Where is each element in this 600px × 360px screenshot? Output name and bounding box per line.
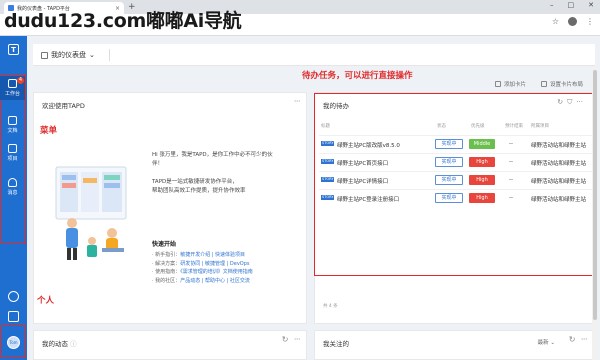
list-item: · 解决方案：研发协同 | 敏捷管理 | DevOps xyxy=(152,260,253,269)
scrollbar-thumb[interactable] xyxy=(593,70,597,320)
dashboard-selector[interactable]: 我的仪表盘 ⌄ xyxy=(41,50,95,60)
bookmark-star-icon[interactable]: ☆ xyxy=(552,17,559,26)
sort-label: 最新 xyxy=(537,340,549,346)
nav-item-document[interactable]: 文档 xyxy=(0,116,25,134)
welcome-card: 欢迎使用TAPD ··· Hi 张万里，我是TAPD，是你工作中必不可少的伙 伴… xyxy=(33,92,307,324)
qs-link[interactable]: 产品动态 | 帮助中心 | 社区交流 xyxy=(180,278,250,284)
followed-card-title: 我关注的 xyxy=(323,340,349,348)
welcome-line: 帮助团队高效工作提质，提升协作效率 xyxy=(152,188,246,194)
site-watermark: dudu123.com嘟嘟Ai导航 xyxy=(4,10,242,32)
nav-item-workbench[interactable]: 工作台 4 xyxy=(0,76,25,100)
quick-start-list: · 新手指引：敏捷开发介绍 | 快速体验项目 · 解决方案：研发协同 | 敏捷管… xyxy=(152,251,253,285)
profile-icon[interactable] xyxy=(568,17,577,26)
nav-item-message[interactable]: 消息 xyxy=(0,178,25,196)
qs-label: · 新手指引： xyxy=(152,252,181,258)
welcome-card-title: 欢迎使用TAPD xyxy=(42,102,85,110)
qs-label: · 解决方案： xyxy=(152,260,181,267)
app-grid-icon[interactable] xyxy=(8,311,19,322)
dashboard-icon xyxy=(41,51,48,59)
close-window-button[interactable]: ✕ xyxy=(588,1,594,9)
welcome-message: Hi 张万里，我是TAPD，是你工作中必不可少的伙 伴！ TAPD是一站式敏捷研… xyxy=(152,151,322,196)
annotation-todo: 待办任务，可以进行直接操作 xyxy=(302,71,413,81)
welcome-illustration xyxy=(55,166,127,260)
nav-item-label: 项目 xyxy=(7,156,18,162)
add-card-icon xyxy=(495,81,501,87)
activity-card: 我的动态 ⓘ ↻ ··· xyxy=(33,330,307,360)
settings-icon xyxy=(541,81,547,87)
window-controls: – □ ✕ xyxy=(550,1,594,9)
avatar[interactable]: Tom xyxy=(7,336,20,349)
page-scrollbar[interactable] xyxy=(592,66,598,360)
browser-menu-icon[interactable]: ⋮ xyxy=(586,17,594,26)
layout-settings-label: 设置卡片布局 xyxy=(550,82,584,88)
nav-item-project[interactable]: 项目 xyxy=(0,144,25,162)
list-item: · 我的社区：产品动态 | 帮助中心 | 社区交流 xyxy=(152,277,253,286)
list-item: · 使用指南：《需求管理的培训》文档使用指南 xyxy=(152,268,253,277)
maximize-button[interactable]: □ xyxy=(568,1,575,9)
notification-badge: 4 xyxy=(16,77,24,84)
quick-start-title: 快速开始 xyxy=(152,241,177,248)
sort-dropdown[interactable]: 最新 ⌄ xyxy=(538,338,555,346)
bell-icon xyxy=(8,178,17,187)
activity-title-text: 我的动态 xyxy=(42,340,68,348)
help-icon[interactable]: ⓘ xyxy=(70,340,77,348)
qs-link[interactable]: 《需求管理的培训》文档使用指南 xyxy=(180,269,253,275)
header-divider xyxy=(109,49,110,61)
workbench-icon xyxy=(8,79,17,88)
todo-count: 共 4 条 xyxy=(323,304,338,309)
welcome-line: Hi 张万里，我是TAPD，是你工作中必不可少的伙 xyxy=(152,152,273,158)
settings-gear-icon[interactable] xyxy=(8,291,19,302)
document-icon xyxy=(8,116,17,125)
personal-highlight: Tom xyxy=(1,325,26,358)
activity-card-title: 我的动态 ⓘ xyxy=(42,338,77,348)
refresh-icon[interactable]: ↻ xyxy=(569,335,576,344)
annotation-menu: 菜单 xyxy=(40,126,58,136)
layout-settings-button[interactable]: 设置卡片布局 xyxy=(541,80,583,88)
list-item: · 新手指引：敏捷开发介绍 | 快速体验项目 xyxy=(152,251,253,260)
qs-label: · 我的社区： xyxy=(152,277,181,284)
qs-link[interactable]: 敏捷开发介绍 | 快速体验项目 xyxy=(180,252,245,258)
chevron-down-icon: ⌄ xyxy=(89,51,95,59)
more-options-icon[interactable]: ··· xyxy=(294,97,301,106)
left-navigation: T 工作台 4 文档 项目 消息 Tom xyxy=(0,36,27,360)
annotation-personal: 个人 xyxy=(37,296,55,306)
more-options-icon[interactable]: ··· xyxy=(581,335,588,344)
welcome-line: 伴！ xyxy=(152,161,164,167)
nav-item-label: 消息 xyxy=(7,190,18,196)
page-title: 我的仪表盘 xyxy=(51,51,86,59)
refresh-icon[interactable]: ↻ xyxy=(282,335,289,344)
todo-highlight xyxy=(314,93,597,276)
dashboard-header: 我的仪表盘 ⌄ xyxy=(33,44,595,66)
qs-label: · 使用指南： xyxy=(152,269,181,275)
more-options-icon[interactable]: ··· xyxy=(294,335,301,344)
qs-link[interactable]: 研发协同 | 敏捷管理 | DevOps xyxy=(180,261,249,267)
nav-item-label: 工作台 xyxy=(4,91,20,97)
followed-card: 我关注的 最新 ⌄ ↻ ··· xyxy=(314,330,594,360)
add-card-label: 添加卡片 xyxy=(504,82,527,88)
minimize-button[interactable]: – xyxy=(550,1,554,9)
project-icon xyxy=(8,144,17,153)
tapd-logo-icon[interactable]: T xyxy=(8,44,19,55)
welcome-line: TAPD是一站式敏捷研发协作平台， xyxy=(152,179,238,185)
address-bar-icons: ☆ ⋮ xyxy=(552,17,594,26)
add-card-button[interactable]: 添加卡片 xyxy=(495,80,526,88)
nav-item-label: 文档 xyxy=(7,128,18,134)
